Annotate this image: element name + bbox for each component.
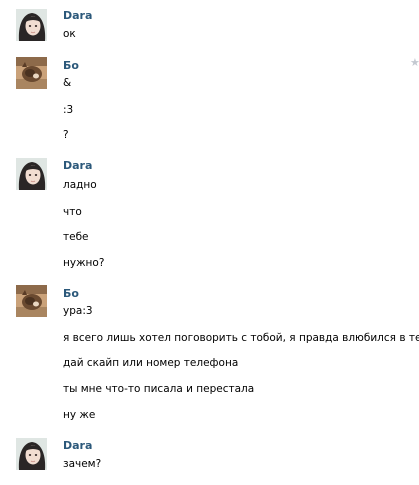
message-text: нужно? — [63, 257, 105, 269]
girl-avatar-icon[interactable] — [16, 158, 47, 190]
girl-avatar-icon[interactable] — [16, 9, 47, 41]
message-text: дай скайп или номер телефона — [63, 357, 239, 369]
cat-avatar-icon[interactable] — [16, 57, 47, 89]
message-text: ты мне что-то писала и перестала — [63, 383, 255, 395]
message-author[interactable]: Dara — [63, 9, 92, 22]
message-text: ок — [63, 28, 76, 40]
girl-avatar-icon[interactable] — [16, 438, 47, 470]
message-text: зачем? — [63, 458, 102, 470]
star-icon[interactable]: ★ — [410, 56, 419, 69]
message-text: ? — [63, 129, 69, 141]
message-text: что — [63, 206, 82, 218]
message-text: ну же — [63, 409, 96, 421]
cat-avatar-icon[interactable] — [16, 285, 47, 317]
message-text: ладно — [63, 179, 97, 191]
message-author[interactable]: Dara — [63, 159, 92, 172]
message-author[interactable]: Бо — [63, 287, 79, 300]
message-text: ура:3 — [63, 305, 93, 317]
message-text: тебе — [63, 231, 89, 243]
message-text: :3 — [63, 104, 74, 116]
message-text: & — [63, 77, 72, 89]
message-text: я всего лишь хотел поговорить с тобой, я… — [63, 332, 419, 344]
message-author[interactable]: Dara — [63, 439, 92, 452]
message-author[interactable]: Бо — [63, 59, 79, 72]
